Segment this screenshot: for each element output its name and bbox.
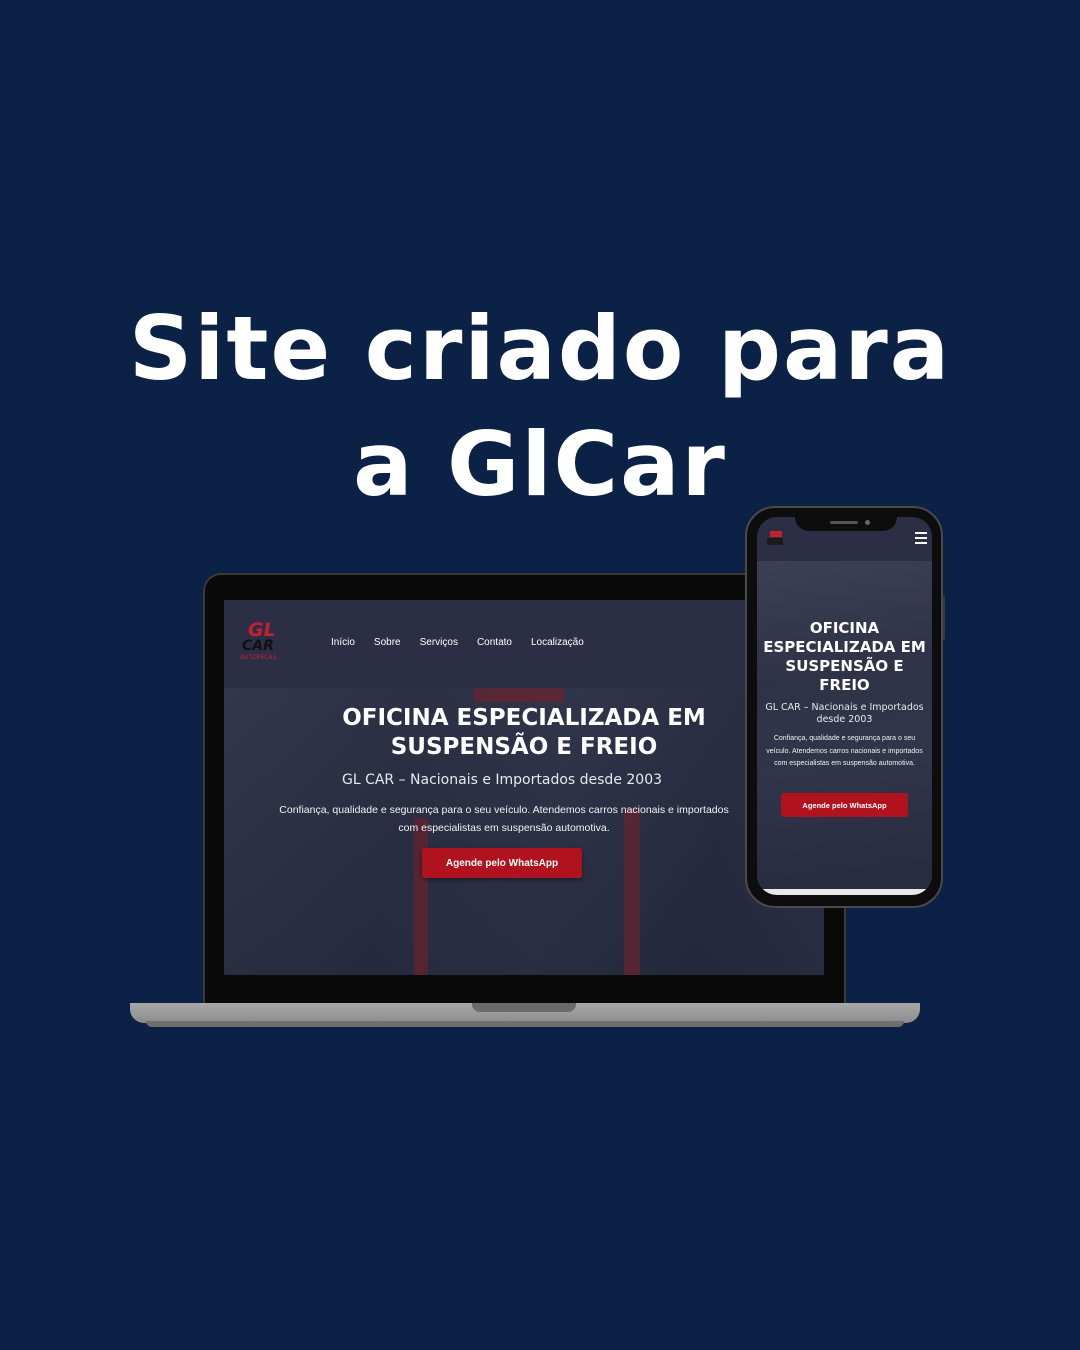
site-navbar: GL CAR AUTOPEÇAS Início Sobre Serviços C… [224,600,824,688]
nav-link-inicio[interactable]: Início [331,637,355,648]
phone-speaker [830,521,858,524]
laptop-base-shadow [146,1021,904,1027]
gl-car-logo[interactable]: GL CAR AUTOPEÇAS [238,620,278,664]
mobile-hero-title: OFICINA ESPECIALIZADA EM SUSPENSÃO E FRE… [763,619,926,694]
laptop-notch [472,1003,576,1012]
mobile-whatsapp-cta-button[interactable]: Agende pelo WhatsApp [781,793,908,817]
hero-title: OFICINA ESPECIALIZADA EM SUSPENSÃO E FRE… [342,705,706,760]
whatsapp-cta-button[interactable]: Agende pelo WhatsApp [422,848,582,878]
mobile-hero-background [757,561,932,895]
phone-camera-icon [865,520,870,525]
laptop-screen: GL CAR AUTOPEÇAS Início Sobre Serviços C… [224,600,824,975]
nav-link-sobre[interactable]: Sobre [374,637,401,648]
headline-line-1: Site criado para [128,296,952,400]
hamburger-menu-icon[interactable] [915,532,927,547]
nav-links: Início Sobre Serviços Contato Localizaçã… [331,637,584,648]
nav-link-contato[interactable]: Contato [477,637,512,648]
headline: Site criado para a GlCar [0,291,1080,523]
nav-link-servicos[interactable]: Serviços [420,637,458,648]
mobile-bottom-bar [757,889,932,895]
mobile-hero-subtitle: GL CAR – Nacionais e Importados desde 20… [765,702,924,725]
phone-screen: OFICINA ESPECIALIZADA EM SUSPENSÃO E FRE… [757,517,932,895]
nav-link-localizacao[interactable]: Localização [531,637,584,648]
hero-subtitle: GL CAR – Nacionais e Importados desde 20… [341,772,663,788]
mobile-logo[interactable] [767,531,785,549]
hero-description: Confiança, qualidade e segurança para o … [279,804,729,834]
mobile-hero-description: Confiança, qualidade e segurança para o … [766,735,923,767]
